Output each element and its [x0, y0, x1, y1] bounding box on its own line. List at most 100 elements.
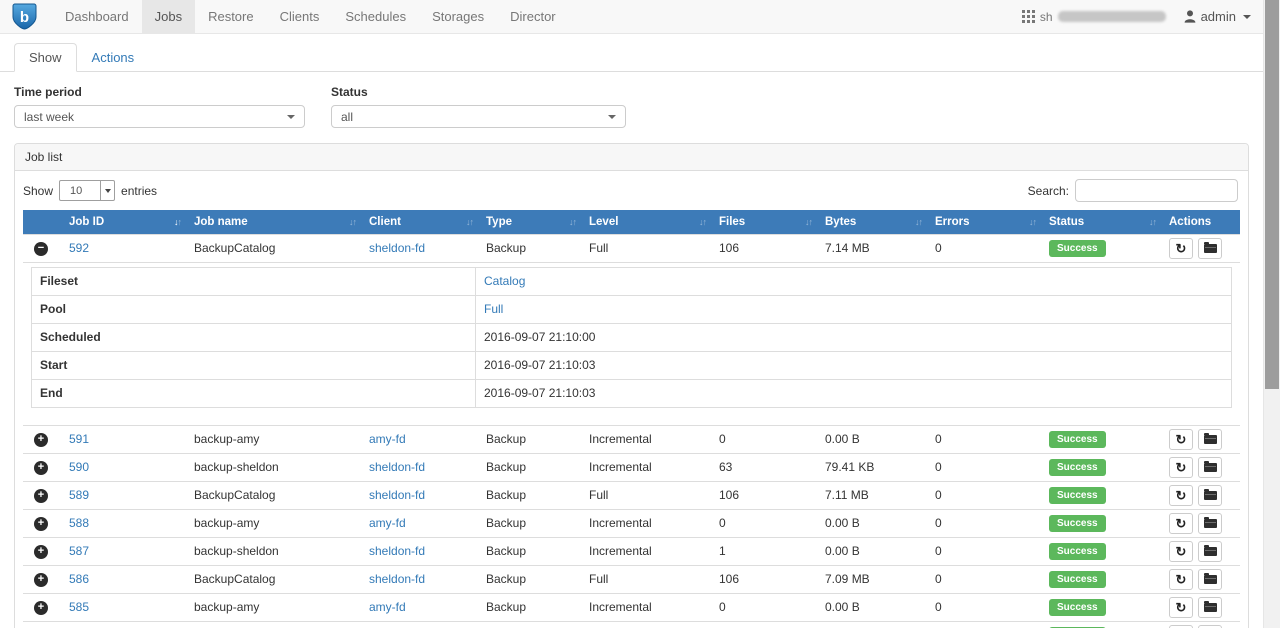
job-id-link[interactable]: 588 — [69, 516, 89, 530]
table-header-row: Job ID↓↑Job name↓↑Client↓↑Type↓↑Level↓↑F… — [23, 210, 1240, 234]
baculum-logo[interactable]: b — [0, 0, 52, 33]
nav-item-schedules[interactable]: Schedules — [332, 0, 419, 33]
column-header-errors[interactable]: Errors↓↑ — [927, 210, 1041, 234]
nav-item-jobs[interactable]: Jobs — [142, 0, 195, 33]
job-errors-cell: 0 — [927, 425, 1041, 453]
search-input[interactable] — [1075, 179, 1238, 202]
user-name: admin — [1201, 9, 1236, 24]
tab-actions[interactable]: Actions — [77, 43, 150, 72]
status-badge: Success — [1049, 571, 1106, 588]
job-files-button[interactable] — [1198, 597, 1222, 618]
job-errors-cell: 0 — [927, 509, 1041, 537]
expand-row-icon[interactable]: + — [34, 601, 48, 615]
status-label: Status — [331, 85, 626, 99]
tab-show[interactable]: Show — [14, 43, 77, 72]
user-menu[interactable]: admin — [1184, 9, 1251, 24]
expand-row-icon[interactable]: + — [34, 517, 48, 531]
restart-job-button[interactable]: ↻ — [1169, 597, 1193, 618]
nav-item-clients[interactable]: Clients — [267, 0, 333, 33]
chevron-down-icon — [287, 115, 295, 119]
entries-value: 10 — [70, 185, 82, 197]
restart-job-button[interactable]: ↻ — [1169, 625, 1193, 628]
job-files-button[interactable] — [1198, 569, 1222, 590]
expand-row-icon[interactable]: + — [34, 573, 48, 587]
nav-item-director[interactable]: Director — [497, 0, 569, 33]
client-link[interactable]: sheldon-fd — [369, 544, 425, 558]
restart-job-button[interactable]: ↻ — [1169, 457, 1193, 478]
job-files-button[interactable] — [1198, 429, 1222, 450]
job-files-button[interactable] — [1198, 457, 1222, 478]
job-id-link[interactable]: 589 — [69, 488, 89, 502]
table-row: + 590 backup-sheldon sheldon-fd Backup I… — [23, 453, 1240, 481]
select-arrow-icon — [100, 181, 114, 200]
job-id-link[interactable]: 586 — [69, 572, 89, 586]
job-bytes-cell: 79.41 KB — [817, 453, 927, 481]
column-header-status[interactable]: Status↓↑ — [1041, 210, 1161, 234]
expand-row-icon[interactable]: + — [34, 545, 48, 559]
restart-job-button[interactable]: ↻ — [1169, 429, 1193, 450]
job-files-button[interactable] — [1198, 541, 1222, 562]
detail-field-row: Start 2016-09-07 21:10:03 — [32, 351, 1232, 379]
restart-job-button[interactable]: ↻ — [1169, 541, 1193, 562]
restart-job-button[interactable]: ↻ — [1169, 485, 1193, 506]
detail-field-value[interactable]: Full — [484, 302, 503, 316]
expand-row-icon[interactable]: + — [34, 489, 48, 503]
time-period-select[interactable]: last week — [14, 105, 305, 128]
job-id-link[interactable]: 591 — [69, 432, 89, 446]
sort-arrows-icon: ↓↑ — [915, 217, 922, 227]
client-link[interactable]: sheldon-fd — [369, 460, 425, 474]
job-table-body: − 592 BackupCatalog sheldon-fd Backup Fu… — [23, 234, 1240, 628]
client-link[interactable]: sheldon-fd — [369, 572, 425, 586]
restart-job-button[interactable]: ↻ — [1169, 238, 1193, 259]
host-selector[interactable]: sh — [1022, 10, 1166, 24]
column-header-level[interactable]: Level↓↑ — [581, 210, 711, 234]
expand-row-icon[interactable]: + — [34, 433, 48, 447]
job-id-link[interactable]: 592 — [69, 241, 89, 255]
column-header-client[interactable]: Client↓↑ — [361, 210, 478, 234]
restart-icon: ↻ — [1176, 489, 1187, 502]
nav-item-restore[interactable]: Restore — [195, 0, 267, 33]
restart-icon: ↻ — [1176, 545, 1187, 558]
client-link[interactable]: amy-fd — [369, 432, 406, 446]
job-id-link[interactable]: 585 — [69, 600, 89, 614]
column-header-job-name[interactable]: Job name↓↑ — [186, 210, 361, 234]
status-select[interactable]: all — [331, 105, 626, 128]
status-badge: Success — [1049, 599, 1106, 616]
nav-item-storages[interactable]: Storages — [419, 0, 497, 33]
column-header-files[interactable]: Files↓↑ — [711, 210, 817, 234]
job-name-cell: backup-amy — [186, 509, 361, 537]
job-level-cell: Full — [581, 565, 711, 593]
client-link[interactable]: amy-fd — [369, 516, 406, 530]
vertical-scrollbar[interactable] — [1263, 0, 1280, 628]
job-files-button[interactable] — [1198, 513, 1222, 534]
job-files-button[interactable] — [1198, 485, 1222, 506]
client-link[interactable]: sheldon-fd — [369, 241, 425, 255]
expand-row-icon[interactable]: + — [34, 461, 48, 475]
shield-logo-icon: b — [12, 3, 37, 30]
table-row: + 589 BackupCatalog sheldon-fd Backup Fu… — [23, 481, 1240, 509]
entries-select[interactable]: 10 — [59, 180, 115, 201]
job-files-cell: 0 — [711, 509, 817, 537]
folder-icon — [1204, 519, 1217, 528]
top-navbar: b DashboardJobsRestoreClientsSchedulesSt… — [0, 0, 1263, 34]
column-header-bytes[interactable]: Bytes↓↑ — [817, 210, 927, 234]
job-files-button[interactable] — [1198, 625, 1222, 628]
nav-item-dashboard[interactable]: Dashboard — [52, 0, 142, 33]
scrollbar-thumb[interactable] — [1265, 0, 1279, 389]
job-id-link[interactable]: 587 — [69, 544, 89, 558]
job-type-cell: Backup — [478, 537, 581, 565]
table-row: + 591 backup-amy amy-fd Backup Increment… — [23, 425, 1240, 453]
client-link[interactable]: amy-fd — [369, 600, 406, 614]
job-id-link[interactable]: 590 — [69, 460, 89, 474]
detail-field-value: 2016-09-07 21:10:03 — [484, 358, 595, 372]
column-header-type[interactable]: Type↓↑ — [478, 210, 581, 234]
restart-job-button[interactable]: ↻ — [1169, 513, 1193, 534]
expand-row-icon[interactable]: − — [34, 242, 48, 256]
job-files-button[interactable] — [1198, 238, 1222, 259]
client-link[interactable]: sheldon-fd — [369, 488, 425, 502]
job-name-cell: backup-sheldon — [186, 621, 361, 628]
detail-field-value[interactable]: Catalog — [484, 274, 525, 288]
restart-job-button[interactable]: ↻ — [1169, 569, 1193, 590]
restart-icon: ↻ — [1176, 517, 1187, 530]
column-header-job-id[interactable]: Job ID↓↑ — [61, 210, 186, 234]
